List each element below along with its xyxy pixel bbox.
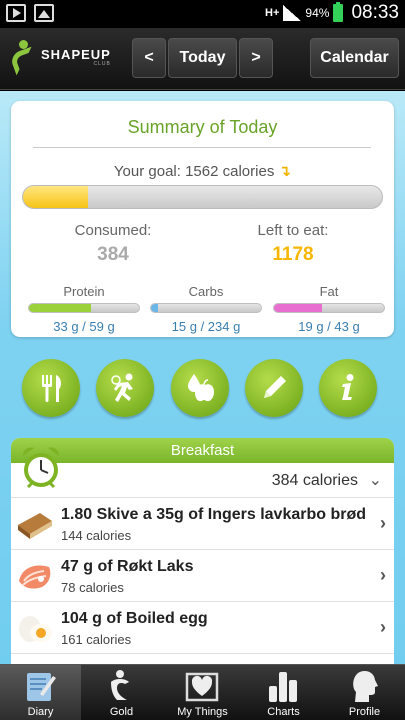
- carbs-value: 15 g / 234 g: [171, 319, 241, 334]
- carbs-bar: [150, 303, 262, 313]
- fat-value: 19 g / 43 g: [298, 319, 360, 334]
- meal-title: Breakfast: [11, 438, 394, 463]
- bar-chart-icon: [269, 672, 297, 702]
- tab-gold[interactable]: Gold: [81, 665, 162, 720]
- goal-line[interactable]: Your goal: 1562 calories ↴: [11, 162, 394, 180]
- calendar-button[interactable]: Calendar: [310, 38, 399, 78]
- chevron-right-icon[interactable]: ›: [380, 513, 386, 534]
- summary-card: Summary of Today Your goal: 1562 calorie…: [11, 101, 394, 337]
- tab-label: Diary: [27, 706, 54, 718]
- diary-icon: [27, 673, 56, 701]
- network-type: H+: [265, 7, 280, 19]
- divider: [33, 147, 371, 148]
- left-to-eat-label: Left to eat:: [257, 222, 329, 239]
- food-calories: 78 calories: [61, 580, 124, 595]
- chevron-down-icon[interactable]: ⌄: [369, 470, 382, 490]
- profile-icon: [353, 671, 378, 702]
- add-exercise-button[interactable]: [96, 359, 154, 417]
- protein-label: Protein: [63, 284, 105, 299]
- protein-value: 33 g / 59 g: [53, 319, 115, 334]
- today-button[interactable]: Today: [168, 38, 237, 78]
- edit-goal-arrow-icon[interactable]: ↴: [279, 163, 292, 180]
- protein-bar-fill: [29, 304, 91, 312]
- add-water-button[interactable]: [171, 359, 229, 417]
- egg-icon: [19, 616, 52, 642]
- clock-time: 08:33: [351, 2, 399, 23]
- tab-my-things[interactable]: My Things: [162, 665, 243, 720]
- chevron-right-icon[interactable]: ›: [380, 617, 386, 638]
- tab-diary[interactable]: Diary: [0, 665, 81, 720]
- food-name: 1.80 Skive a 35g of Ingers lavkarbo brød: [61, 506, 367, 523]
- food-item[interactable]: 1.80 Skive a 35g of Ingers lavkarbo brød…: [11, 499, 394, 550]
- food-calories: 161 calories: [61, 632, 132, 647]
- shapeup-logo: SHAPEUP CLUB: [8, 40, 111, 76]
- quick-actions: [0, 359, 405, 419]
- goal-text: Your goal: 1562 calories: [113, 163, 275, 180]
- gold-icon: [111, 670, 129, 700]
- cutlery-icon: [42, 375, 61, 402]
- tab-label: My Things: [177, 706, 228, 718]
- exercise-icon: [111, 373, 133, 402]
- app-header: SHAPEUP CLUB < Today > Calendar: [0, 28, 405, 90]
- signal-icon: [283, 5, 302, 21]
- left-to-eat-value: 1178: [272, 244, 314, 265]
- food-item[interactable]: 104 g of Boiled egg 161 calories ›: [11, 603, 394, 654]
- play-store-icon: [6, 4, 26, 22]
- logo-figure-icon: [8, 40, 40, 76]
- fat-macro: Fat 19 g / 43 g: [273, 284, 385, 334]
- protein-macro: Protein 33 g / 59 g: [28, 284, 140, 334]
- bread-icon: [18, 513, 52, 539]
- carbs-bar-fill: [151, 304, 158, 312]
- calorie-progress-fill: [23, 186, 88, 208]
- fat-bar: [273, 303, 385, 313]
- next-day-button[interactable]: >: [239, 38, 273, 78]
- add-food-button[interactable]: [22, 359, 80, 417]
- status-bar: H+ 94% 08:33: [0, 0, 405, 28]
- meal-calories-row[interactable]: 384 calories ⌄: [11, 464, 394, 498]
- summary-title: Summary of Today: [127, 117, 278, 137]
- battery-percent: 94%: [305, 6, 330, 20]
- bottom-tab-bar: Diary Gold My Things Charts Profile: [0, 664, 405, 720]
- water-apple-icon: [188, 374, 214, 402]
- previous-day-button[interactable]: <: [132, 38, 166, 78]
- tab-label: Charts: [267, 706, 300, 718]
- logo-text: SHAPEUP: [41, 46, 111, 62]
- info-icon: [342, 374, 354, 400]
- battery-icon: [333, 2, 344, 22]
- diary-content[interactable]: Summary of Today Your goal: 1562 calorie…: [0, 91, 405, 664]
- meal-calories: 384 calories: [271, 472, 358, 489]
- consumed-value: 384: [97, 244, 129, 265]
- heart-box-icon: [185, 672, 219, 702]
- salmon-icon: [19, 565, 51, 589]
- food-name: 47 g of Røkt Laks: [61, 558, 194, 575]
- pencil-icon: [264, 376, 286, 398]
- protein-bar: [28, 303, 140, 313]
- food-name: 104 g of Boiled egg: [61, 610, 208, 627]
- tab-profile[interactable]: Profile: [324, 665, 405, 720]
- carbs-label: Carbs: [188, 284, 224, 299]
- fat-bar-fill: [274, 304, 323, 312]
- tab-label: Profile: [348, 706, 381, 718]
- tab-charts[interactable]: Charts: [243, 665, 324, 720]
- fat-label: Fat: [319, 284, 339, 299]
- food-calories: 144 calories: [61, 528, 132, 543]
- chevron-right-icon[interactable]: ›: [380, 565, 386, 586]
- add-note-button[interactable]: [245, 359, 303, 417]
- carbs-macro: Carbs 15 g / 234 g: [150, 284, 262, 334]
- food-item[interactable]: 47 g of Røkt Laks 78 calories ›: [11, 551, 394, 602]
- breakfast-card[interactable]: Breakfast 384 calories ⌄ 1.80 Skive a 35…: [11, 438, 394, 664]
- picture-icon: [34, 4, 54, 22]
- tab-label: Gold: [109, 706, 134, 718]
- calorie-progress-bar: [22, 185, 383, 209]
- consumed-label: Consumed:: [74, 222, 152, 239]
- info-button[interactable]: [319, 359, 377, 417]
